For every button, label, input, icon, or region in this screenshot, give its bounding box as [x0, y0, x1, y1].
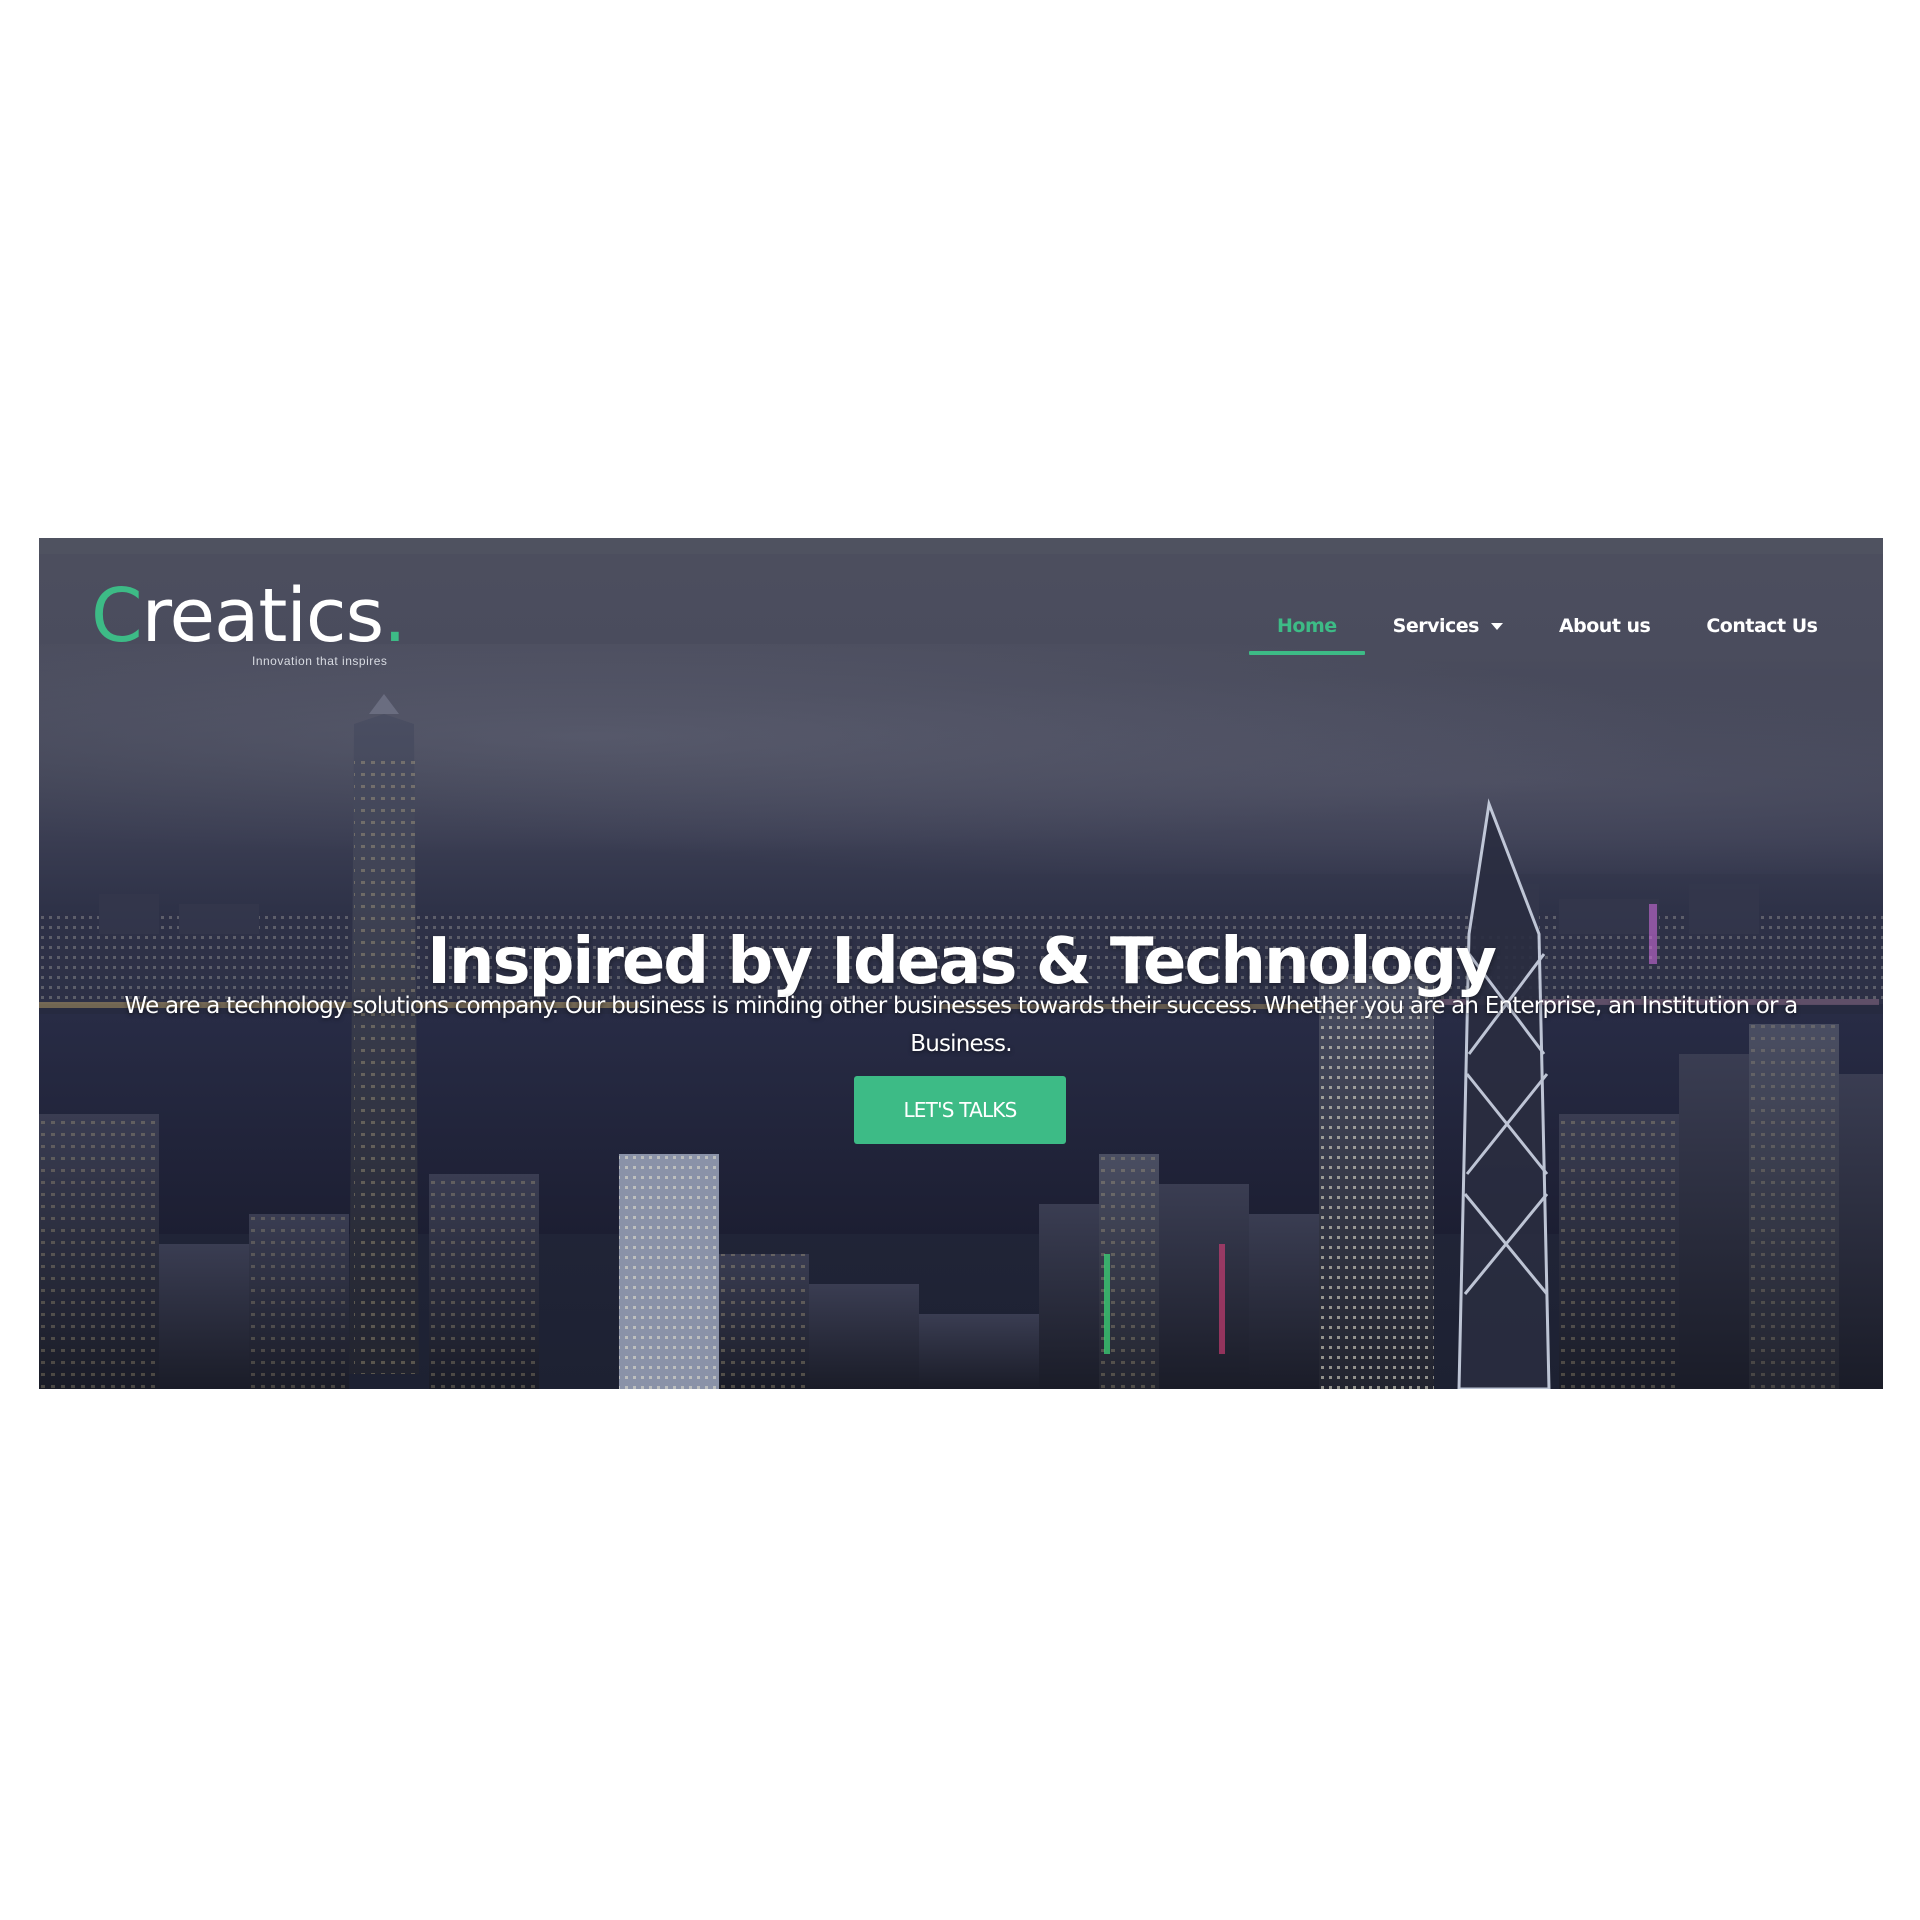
brand-logo[interactable]: Creatics. Innovation that inspires — [91, 573, 421, 668]
brand-wordmark: Creatics. — [91, 573, 407, 659]
dropdown-caret-icon — [1490, 622, 1503, 630]
browser-top-strip — [39, 538, 1888, 554]
nav-item-services[interactable]: Services — [1365, 615, 1531, 637]
hero-subtext: We are a technology solutions company. O… — [124, 993, 1799, 1057]
nav-item-about-us[interactable]: About us — [1531, 615, 1678, 637]
hero-section: Creatics. Innovation that inspires Home … — [39, 554, 1883, 1389]
nav-item-home[interactable]: Home — [1249, 615, 1365, 655]
brand-tagline: Innovation that inspires — [252, 654, 388, 668]
main-navigation: Home Services About us Contact Us — [1249, 606, 1845, 655]
right-edge-strip — [1883, 538, 1888, 1389]
nav-item-contact-us[interactable]: Contact Us — [1678, 615, 1845, 637]
lets-talk-button[interactable]: LET'S TALKS — [854, 1076, 1066, 1144]
website-screenshot-frame: Creatics. Innovation that inspires Home … — [39, 538, 1888, 1389]
